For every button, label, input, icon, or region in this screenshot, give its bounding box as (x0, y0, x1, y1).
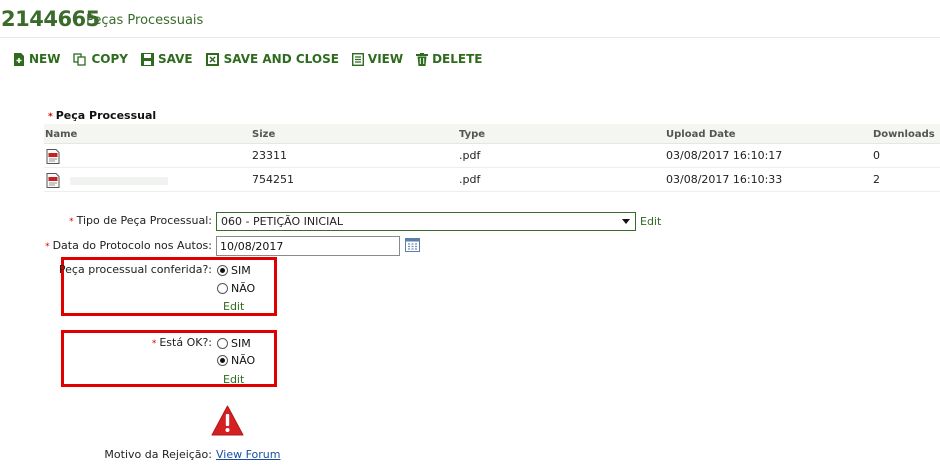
radio-button[interactable] (217, 338, 228, 349)
copy-button[interactable]: COPY (73, 52, 128, 66)
esta-ok-option-nao[interactable]: NÃO (217, 354, 255, 367)
files-section-title: * Peça Processual (48, 109, 156, 122)
data-protocolo-input[interactable]: 10/08/2017 (216, 236, 400, 256)
esta-ok-edit-link[interactable]: Edit (223, 373, 244, 386)
trash-icon (416, 52, 429, 66)
save-and-close-button[interactable]: SAVE AND CLOSE (205, 52, 339, 66)
pdf-file-icon[interactable] (46, 173, 60, 191)
esta-ok-option-sim[interactable]: SIM (217, 337, 251, 350)
conferida-option-nao[interactable]: NÃO (217, 282, 255, 295)
option-label: SIM (231, 337, 251, 350)
delete-button[interactable]: DELETE (416, 52, 482, 66)
conferida-edit-link[interactable]: Edit (223, 300, 244, 313)
redacted-file-name (70, 177, 168, 185)
radio-button[interactable] (217, 283, 228, 294)
save-and-close-label: SAVE AND CLOSE (223, 52, 339, 66)
save-and-close-icon (205, 52, 219, 66)
conferida-label: Peça processual conferida?: (58, 263, 212, 276)
record-type: Peças Processuais (86, 13, 204, 28)
option-label: SIM (231, 264, 251, 277)
save-button[interactable]: SAVE (140, 52, 193, 66)
required-mark: * (151, 339, 157, 349)
file-upload-date: 03/08/2017 16:10:33 (666, 173, 783, 186)
view-button[interactable]: VIEW (351, 52, 404, 66)
option-label: NÃO (231, 354, 256, 367)
required-mark: * (48, 112, 53, 122)
record-id: 2144665 (1, 7, 100, 31)
copy-label: COPY (91, 52, 128, 66)
view-forum-link[interactable]: View Forum (216, 448, 280, 461)
table-row[interactable]: 23311 .pdf 03/08/2017 16:10:17 0 (44, 144, 940, 168)
column-header-type[interactable]: Type (459, 129, 485, 140)
column-header-name[interactable]: Name (45, 129, 77, 140)
view-icon (351, 52, 364, 66)
file-size: 754251 (252, 173, 294, 186)
calendar-icon[interactable] (405, 238, 420, 255)
tipo-label-text: Tipo de Peça Processual: (76, 214, 212, 227)
data-protocolo-label: * Data do Protocolo nos Autos: (45, 239, 212, 252)
dropdown-arrow-icon (622, 219, 630, 224)
option-label: NÃO (231, 282, 256, 295)
file-type: .pdf (459, 149, 481, 162)
warning-icon (211, 405, 244, 439)
delete-label: DELETE (432, 52, 483, 66)
column-header-downloads[interactable]: Downloads (873, 129, 935, 140)
files-table: Name Size Type Upload Date Downloads 233… (44, 124, 940, 192)
pdf-file-icon[interactable] (46, 149, 60, 167)
section-title-text: Peça Processual (55, 109, 157, 122)
radio-button-selected[interactable] (217, 265, 228, 276)
file-downloads: 0 (873, 149, 880, 162)
esta-ok-label-text: Está OK?: (159, 336, 212, 349)
table-header: Name Size Type Upload Date Downloads (44, 124, 940, 144)
data-protocolo-label-text: Data do Protocolo nos Autos: (52, 239, 212, 252)
copy-icon (73, 52, 87, 66)
radio-button-selected[interactable] (217, 355, 228, 366)
column-header-size[interactable]: Size (252, 129, 275, 140)
tipo-label: * Tipo de Peça Processual: (69, 214, 212, 227)
file-upload-date: 03/08/2017 16:10:17 (666, 149, 783, 162)
new-file-icon (14, 52, 24, 66)
file-type: .pdf (459, 173, 481, 186)
required-mark: * (45, 242, 50, 252)
conferida-option-sim[interactable]: SIM (217, 264, 251, 277)
table-row[interactable]: 754251 .pdf 03/08/2017 16:10:33 2 (44, 168, 940, 192)
save-label: SAVE (157, 52, 193, 66)
motivo-label: Motivo da Rejeição: (104, 448, 212, 461)
tipo-selected-value: 060 - PETIÇÃO INICIAL (221, 215, 343, 228)
toolbar: NEW COPY SAVE SAVE AND CLOSE VIEW DELETE (13, 50, 495, 68)
save-icon (140, 52, 154, 66)
new-label: NEW (29, 52, 61, 66)
tipo-select[interactable]: 060 - PETIÇÃO INICIAL (216, 212, 636, 231)
esta-ok-label: * Está OK?: (152, 336, 212, 349)
file-size: 23311 (252, 149, 287, 162)
file-downloads: 2 (873, 173, 880, 186)
column-header-upload-date[interactable]: Upload Date (666, 129, 736, 140)
tipo-edit-link[interactable]: Edit (640, 215, 661, 228)
page-header: 2144665 Peças Processuais (0, 6, 940, 38)
new-button[interactable]: NEW (13, 52, 60, 66)
view-label: VIEW (367, 52, 404, 66)
required-mark: * (69, 217, 74, 227)
